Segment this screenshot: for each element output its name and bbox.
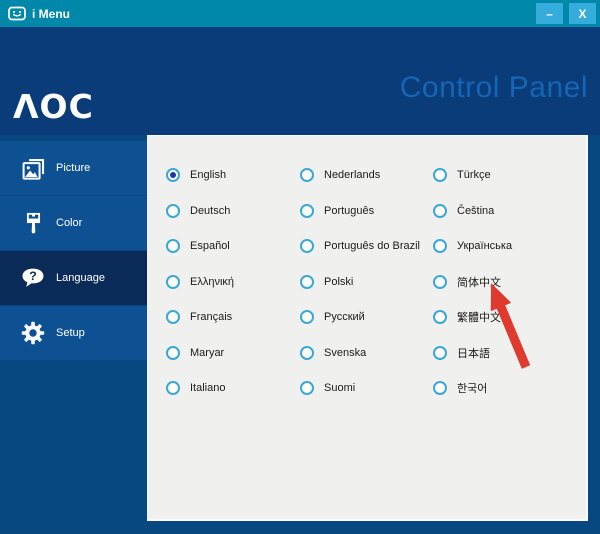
radio-button[interactable] bbox=[433, 204, 447, 218]
radio-button[interactable] bbox=[433, 346, 447, 360]
language-label: Español bbox=[190, 240, 230, 252]
sidebar-item-setup[interactable]: Setup bbox=[0, 306, 147, 361]
language-option[interactable]: Polski bbox=[300, 272, 353, 292]
radio-button[interactable] bbox=[166, 381, 180, 395]
radio-button[interactable] bbox=[433, 381, 447, 395]
radio-button[interactable] bbox=[166, 346, 180, 360]
header: ΛOC Control Panel bbox=[0, 27, 600, 135]
radio-button[interactable] bbox=[300, 310, 314, 324]
window-title: i Menu bbox=[32, 6, 70, 21]
language-option[interactable]: Čeština bbox=[433, 201, 494, 221]
radio-button[interactable] bbox=[300, 168, 314, 182]
language-label: Svenska bbox=[324, 347, 367, 359]
radio-button[interactable] bbox=[300, 275, 314, 289]
radio-button[interactable] bbox=[433, 275, 447, 289]
language-panel: English Deutsch Español Ελληνική Françai… bbox=[147, 135, 588, 521]
sidebar-item-label: Language bbox=[56, 272, 105, 284]
aoc-logo: ΛOC bbox=[13, 87, 94, 126]
sidebar-item-label: Picture bbox=[56, 162, 91, 174]
radio-button[interactable] bbox=[300, 204, 314, 218]
language-label: 简体中文 bbox=[457, 277, 501, 289]
language-option[interactable]: Suomi bbox=[300, 378, 355, 398]
picture-icon bbox=[18, 153, 48, 183]
language-option[interactable]: 한국어 bbox=[433, 378, 487, 398]
title-bar: i Menu – X bbox=[0, 0, 600, 27]
sidebar-item-picture[interactable]: Picture bbox=[0, 141, 147, 196]
radio-button[interactable] bbox=[433, 310, 447, 324]
language-option[interactable]: Maryar bbox=[166, 343, 224, 363]
minimize-button[interactable]: – bbox=[536, 3, 563, 24]
app-window: i Menu – X ΛOC Control Panel Picture Col… bbox=[0, 0, 600, 534]
language-option[interactable]: Svenska bbox=[300, 343, 366, 363]
radio-button[interactable] bbox=[166, 310, 180, 324]
language-label: 繁體中文 bbox=[457, 312, 501, 324]
sidebar-item-color[interactable]: Color bbox=[0, 196, 147, 251]
page-title: Control Panel bbox=[399, 71, 588, 104]
language-option[interactable]: Deutsch bbox=[166, 201, 230, 221]
speech-bubble-question-icon: ? bbox=[18, 263, 48, 293]
radio-button[interactable] bbox=[433, 239, 447, 253]
language-option[interactable]: Русский bbox=[300, 307, 365, 327]
language-option[interactable]: Türkçe bbox=[433, 165, 491, 185]
language-label: 한국어 bbox=[457, 383, 488, 395]
sidebar-item-language[interactable]: ? Language bbox=[0, 251, 147, 306]
radio-button[interactable] bbox=[166, 168, 180, 182]
gear-icon bbox=[18, 318, 48, 348]
language-option[interactable]: Italiano bbox=[166, 378, 225, 398]
language-option[interactable]: English bbox=[166, 165, 226, 185]
radio-button[interactable] bbox=[166, 239, 180, 253]
radio-button[interactable] bbox=[300, 346, 314, 360]
smiley-monitor-icon bbox=[8, 6, 26, 22]
language-label: Українська bbox=[457, 240, 513, 252]
language-option[interactable]: 日本語 bbox=[433, 343, 490, 363]
language-label: Čeština bbox=[457, 205, 495, 217]
svg-text:?: ? bbox=[29, 269, 36, 283]
language-label: Português do Brazil bbox=[324, 240, 420, 252]
language-option[interactable]: Ελληνική bbox=[166, 272, 234, 292]
language-label: Suomi bbox=[324, 382, 356, 394]
sidebar: Picture Color ? Language Setup bbox=[0, 141, 147, 361]
radio-button[interactable] bbox=[166, 204, 180, 218]
close-button[interactable]: X bbox=[569, 3, 596, 24]
language-label: Polski bbox=[324, 276, 354, 288]
language-label: Русский bbox=[324, 311, 365, 323]
language-option[interactable]: Українська bbox=[433, 236, 512, 256]
language-option[interactable]: Español bbox=[166, 236, 230, 256]
language-label: Maryar bbox=[190, 347, 225, 359]
language-label: Nederlands bbox=[324, 169, 381, 181]
language-label: Ελληνική bbox=[190, 276, 235, 288]
language-label: English bbox=[190, 169, 227, 181]
sidebar-item-label: Color bbox=[56, 217, 83, 229]
language-label: 日本語 bbox=[457, 348, 490, 360]
sidebar-item-label: Setup bbox=[56, 327, 85, 339]
language-option[interactable]: Nederlands bbox=[300, 165, 380, 185]
radio-button[interactable] bbox=[166, 275, 180, 289]
language-option[interactable]: 简体中文 bbox=[433, 272, 501, 292]
language-option[interactable]: 繁體中文 bbox=[433, 307, 501, 327]
language-option[interactable]: Português do Brazil bbox=[300, 236, 420, 256]
radio-button[interactable] bbox=[300, 239, 314, 253]
radio-button[interactable] bbox=[433, 168, 447, 182]
language-label: Français bbox=[190, 311, 233, 323]
brush-icon bbox=[18, 208, 48, 238]
language-option[interactable]: Português bbox=[300, 201, 374, 221]
language-option[interactable]: Français bbox=[166, 307, 232, 327]
language-label: Deutsch bbox=[190, 205, 231, 217]
language-label: Türkçe bbox=[457, 169, 491, 181]
radio-button[interactable] bbox=[300, 381, 314, 395]
language-label: Português bbox=[324, 205, 375, 217]
language-label: Italiano bbox=[190, 382, 226, 394]
